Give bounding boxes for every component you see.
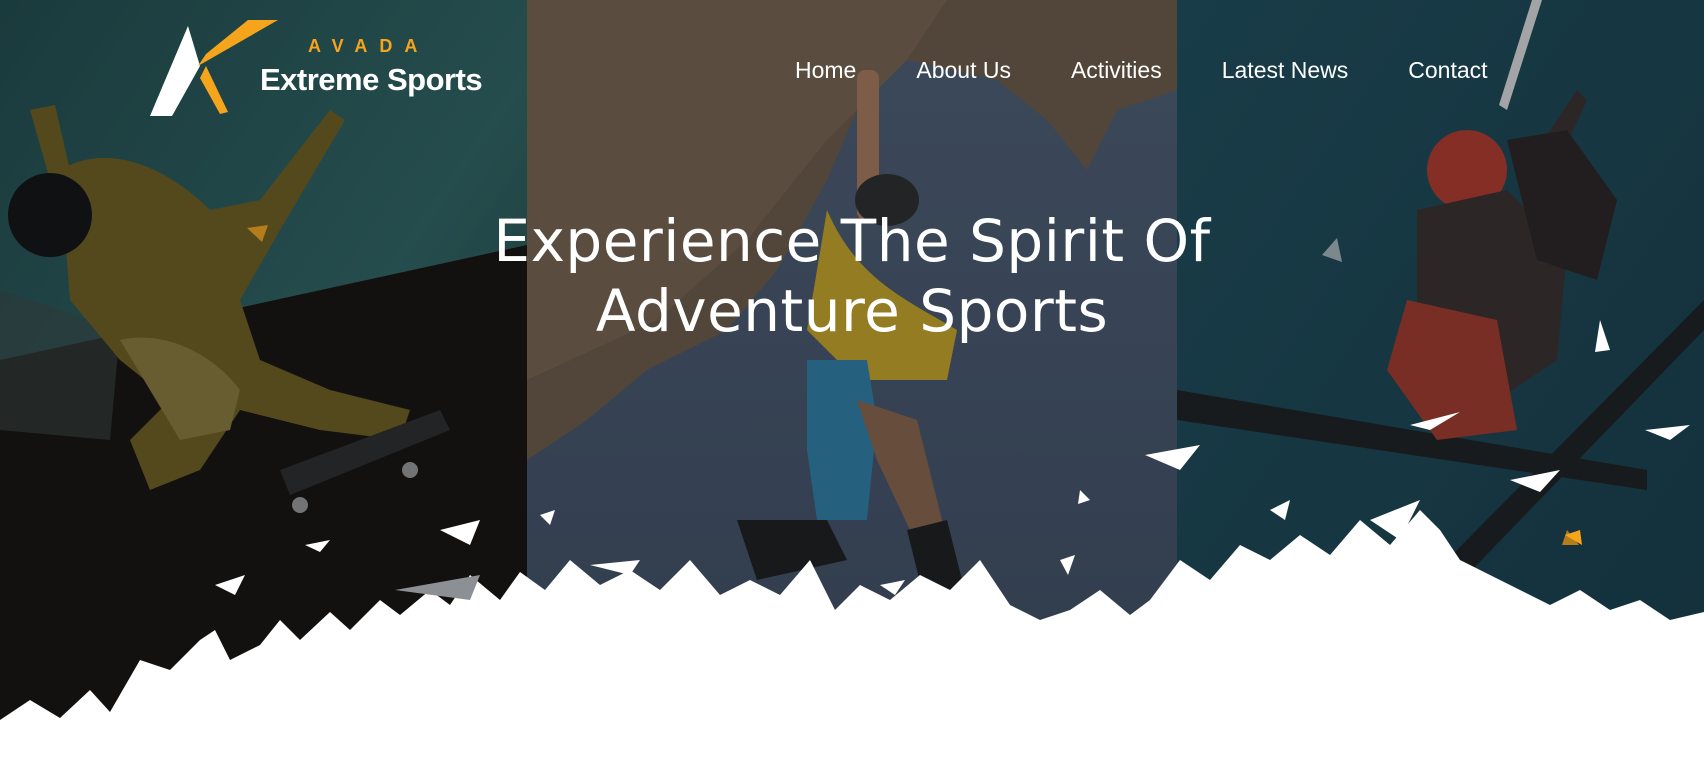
nav-item-contact[interactable]: Contact bbox=[1403, 53, 1492, 88]
nav-item-activities[interactable]: Activities bbox=[1066, 53, 1167, 88]
hero-title: Experience The Spirit Of Adventure Sport… bbox=[0, 206, 1704, 346]
hero-title-line-1: Experience The Spirit Of bbox=[493, 207, 1211, 275]
logo-small-text: AVADA bbox=[308, 36, 430, 56]
hero-section: AVADA Extreme Sports Home About Us Activ… bbox=[0, 0, 1704, 765]
header: AVADA Extreme Sports Home About Us Activ… bbox=[0, 0, 1704, 140]
nav-item-latest-news[interactable]: Latest News bbox=[1217, 53, 1354, 88]
site-logo[interactable]: AVADA Extreme Sports bbox=[150, 18, 483, 122]
logo-brand-name: Extreme Sports bbox=[260, 62, 483, 97]
nav-item-about-us[interactable]: About Us bbox=[911, 53, 1016, 88]
main-nav: Home About Us Activities Latest News Con… bbox=[790, 53, 1493, 88]
nav-item-home[interactable]: Home bbox=[790, 53, 861, 88]
hero-title-line-2: Adventure Sports bbox=[595, 277, 1109, 345]
